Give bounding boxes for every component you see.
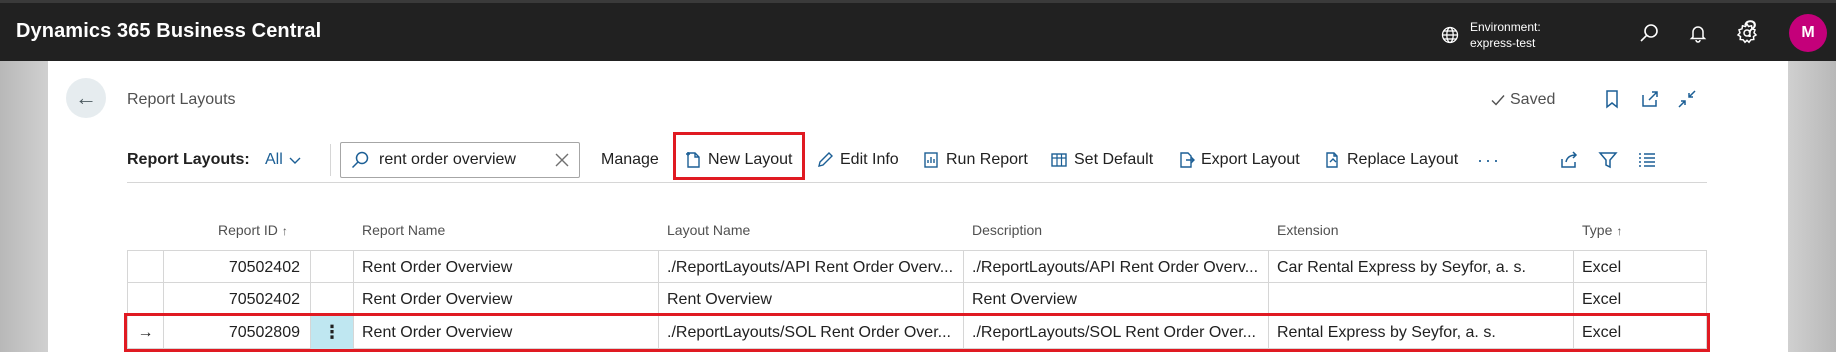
manage-button[interactable]: Manage <box>601 146 659 174</box>
cell-type[interactable]: Excel <box>1573 283 1707 316</box>
row-selector[interactable] <box>127 251 163 284</box>
pencil-icon <box>818 152 833 167</box>
new-layout-highlight <box>673 132 805 180</box>
search-icon[interactable] <box>1637 21 1661 45</box>
table-row[interactable]: 70502402 Rent Order Overview Rent Overvi… <box>127 283 1707 316</box>
chevron-down-icon <box>289 157 301 164</box>
set-default-label: Set Default <box>1074 151 1154 168</box>
collapse-icon[interactable] <box>1676 88 1698 110</box>
close-icon[interactable] <box>555 153 569 167</box>
app-title[interactable]: Dynamics 365 Business Central <box>16 20 321 43</box>
cell-report-id[interactable]: 70502402 <box>163 251 310 284</box>
edit-info-button[interactable]: Edit Info <box>816 146 899 174</box>
export-icon <box>1180 152 1195 168</box>
action-bar-divider <box>330 144 331 176</box>
cell-layout-name[interactable]: Rent Overview <box>658 283 963 316</box>
sort-ascending-icon: ↑ <box>281 224 288 238</box>
column-header-report-name[interactable]: Report Name <box>362 222 445 238</box>
row-menu-cell[interactable] <box>310 251 353 284</box>
environment-text: Environment: express-test <box>1470 19 1541 51</box>
saved-status: Saved <box>1490 91 1555 109</box>
environment-info[interactable]: Environment: express-test <box>1440 19 1541 51</box>
export-layout-label: Export Layout <box>1201 151 1300 168</box>
run-report-label: Run Report <box>946 151 1028 168</box>
column-header-description[interactable]: Description <box>972 222 1042 238</box>
table-icon <box>1051 153 1067 167</box>
cell-layout-name[interactable]: ./ReportLayouts/API Rent Order Overv... <box>658 251 963 284</box>
open-new-window-icon[interactable] <box>1639 88 1661 110</box>
top-bar: Dynamics 365 Business Central Environmen… <box>0 0 1836 61</box>
replace-layout-button[interactable]: Replace Layout <box>1323 146 1458 174</box>
selected-row-highlight <box>124 313 1710 352</box>
back-button[interactable]: ← <box>66 78 106 118</box>
view-filter-dropdown[interactable]: All <box>265 151 301 169</box>
environment-name: express-test <box>1470 36 1536 50</box>
set-default-button[interactable]: Set Default <box>1050 146 1153 174</box>
bookmark-icon[interactable] <box>1601 88 1623 110</box>
column-header-report-id[interactable]: Report ID ↑ <box>218 222 288 238</box>
column-header-layout-name[interactable]: Layout Name <box>667 222 750 238</box>
search-input[interactable] <box>379 151 539 169</box>
bell-icon[interactable] <box>1686 21 1710 45</box>
column-header-type[interactable]: Type ↑ <box>1582 222 1622 238</box>
column-header-type-label: Type <box>1582 222 1613 238</box>
edit-info-label: Edit Info <box>840 151 899 168</box>
saved-label: Saved <box>1510 91 1556 108</box>
search-box[interactable] <box>340 142 580 178</box>
view-filter-value: All <box>265 151 283 168</box>
column-header-extension[interactable]: Extension <box>1277 222 1338 238</box>
manage-label: Manage <box>601 151 659 168</box>
export-layout-button[interactable]: Export Layout <box>1177 146 1300 174</box>
cell-description[interactable]: Rent Overview <box>963 283 1268 316</box>
checkmark-icon <box>1491 95 1505 106</box>
cell-report-id[interactable]: 70502402 <box>163 283 310 316</box>
page-title: Report Layouts <box>127 91 236 108</box>
list-view-icon[interactable] <box>1637 150 1657 170</box>
share-icon[interactable] <box>1559 150 1579 170</box>
action-bar: Report Layouts: All Manage New Layout E <box>127 138 1707 182</box>
environment-label: Environment: <box>1470 20 1541 34</box>
page-gutter-left <box>0 61 48 352</box>
globe-icon <box>1441 26 1459 44</box>
help-icon[interactable]: ? <box>1738 18 1762 42</box>
cell-type[interactable]: Excel <box>1573 251 1707 284</box>
cell-description[interactable]: ./ReportLayouts/API Rent Order Overv... <box>963 251 1268 284</box>
filter-icon[interactable] <box>1598 150 1618 170</box>
action-bar-bottom-border <box>127 182 1707 183</box>
row-selector[interactable] <box>127 283 163 316</box>
replace-icon <box>1326 152 1338 168</box>
table-row[interactable]: 70502402 Rent Order Overview ./ReportLay… <box>127 250 1707 284</box>
row-menu-cell[interactable] <box>310 283 353 316</box>
sort-ascending-icon: ↑ <box>1616 224 1623 238</box>
cell-report-name[interactable]: Rent Order Overview <box>353 251 658 284</box>
run-report-button[interactable]: Run Report <box>922 146 1028 174</box>
back-arrow-icon: ← <box>75 85 97 110</box>
cell-extension[interactable]: Car Rental Express by Seyfor, a. s. <box>1268 251 1573 284</box>
replace-layout-label: Replace Layout <box>1347 151 1459 168</box>
report-icon <box>924 152 938 168</box>
more-options-icon[interactable]: ··· <box>1477 150 1501 171</box>
page-gutter-right <box>1788 61 1836 352</box>
action-bar-label: Report Layouts: <box>127 151 250 168</box>
cell-extension[interactable] <box>1268 283 1573 316</box>
avatar[interactable]: M <box>1789 14 1827 52</box>
cell-report-name[interactable]: Rent Order Overview <box>353 283 658 316</box>
column-header-report-id-label: Report ID <box>218 222 278 238</box>
search-icon <box>351 151 369 169</box>
